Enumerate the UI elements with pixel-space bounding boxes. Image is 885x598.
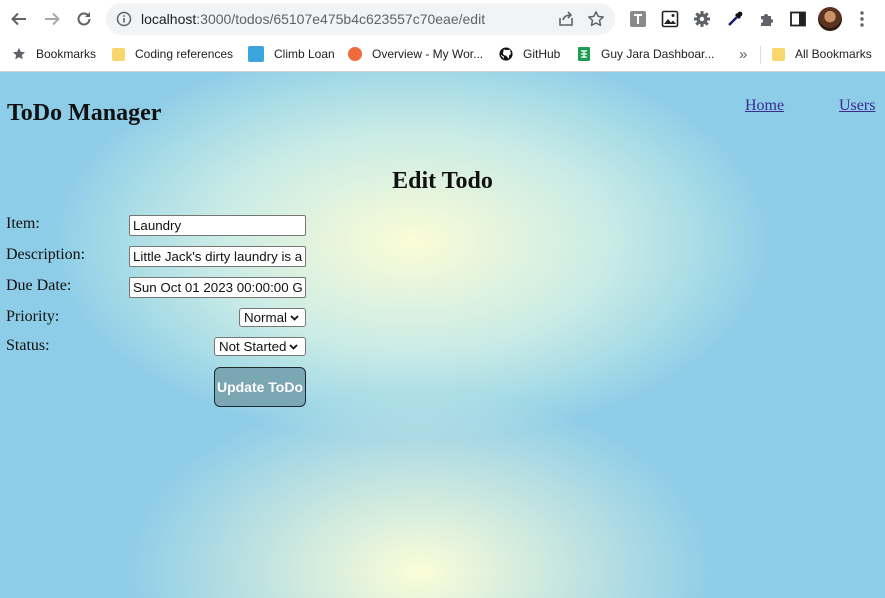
- bookmark-label: Climb Loan: [274, 47, 335, 61]
- due-date-input[interactable]: Sun Oct 01 2023 00:00:00 G: [129, 277, 306, 298]
- bookmark-label: GitHub: [523, 47, 561, 61]
- forward-button[interactable]: [40, 7, 64, 31]
- star-filled-icon: [13, 47, 25, 60]
- bookmark-label: Bookmarks: [36, 47, 97, 61]
- description-label: Description:: [6, 246, 86, 263]
- page-content: ToDo Manager Home Users Edit Todo Item: …: [0, 72, 885, 598]
- eyedropper-icon: [728, 11, 743, 26]
- description-input[interactable]: Little Jack's dirty laundry is a: [129, 246, 306, 267]
- bookmark-overview[interactable]: Overview - My Wor...: [348, 46, 483, 62]
- reload-icon: [77, 12, 91, 26]
- address-bar[interactable]: localhost:3000/todos/65107e475b4c623557c…: [106, 3, 615, 35]
- folder-icon: [772, 47, 785, 61]
- climb-loan-icon: [248, 46, 264, 62]
- bookmark-bookmarks[interactable]: Bookmarks: [12, 46, 96, 62]
- bookmarks-overflow-button[interactable]: »: [739, 45, 748, 63]
- color-picker-extension-button[interactable]: [725, 8, 745, 30]
- text-t-icon: [630, 11, 646, 27]
- profile-avatar[interactable]: [818, 7, 842, 31]
- bookmark-label: Coding references: [135, 47, 234, 61]
- chevron-double-right-icon: »: [739, 45, 748, 63]
- browser-toolbar: localhost:3000/todos/65107e475b4c623557c…: [0, 0, 885, 38]
- github-icon: [499, 47, 513, 61]
- priority-selected-value: Normal: [244, 310, 287, 325]
- side-panel-button[interactable]: [788, 8, 808, 30]
- url-host: localhost: [141, 11, 197, 27]
- status-selected-value: Not Started: [219, 339, 287, 354]
- nav-home-link[interactable]: Home: [745, 97, 784, 115]
- bookmarks-divider: [760, 46, 761, 64]
- info-icon[interactable]: [116, 11, 132, 27]
- bookmark-coding-references[interactable]: Coding references: [112, 46, 233, 62]
- bookmarks-bar: Bookmarks Coding references Climb Loan O…: [0, 38, 885, 70]
- item-label: Item:: [6, 215, 40, 232]
- share-icon[interactable]: [557, 10, 575, 28]
- chevron-down-icon: [290, 314, 299, 321]
- url-text[interactable]: localhost:3000/todos/65107e475b4c623557c…: [141, 11, 485, 27]
- bookmark-label: All Bookmarks: [795, 47, 872, 61]
- gear-icon: [694, 11, 710, 27]
- text-extension-button[interactable]: [628, 8, 648, 30]
- status-label: Status:: [6, 337, 50, 354]
- item-input[interactable]: Laundry: [129, 215, 306, 236]
- page-heading: Edit Todo: [392, 168, 493, 194]
- folder-icon: [112, 47, 125, 61]
- priority-select[interactable]: Normal: [239, 308, 306, 327]
- side-panel-icon: [790, 11, 806, 27]
- extensions-button[interactable]: [757, 8, 777, 30]
- update-todo-button[interactable]: Update ToDo: [214, 367, 306, 407]
- due-date-label: Due Date:: [6, 277, 72, 294]
- arrow-right-icon: [45, 12, 60, 26]
- sheets-icon: [578, 47, 590, 61]
- bookmark-climb-loan[interactable]: Climb Loan: [248, 46, 335, 62]
- status-select[interactable]: Not Started: [214, 337, 306, 356]
- reload-button[interactable]: [72, 7, 96, 31]
- bookmark-star-icon[interactable]: [587, 10, 605, 28]
- image-icon: [661, 10, 679, 28]
- url-path: :3000/todos/65107e475b4c623557c70eae/edi…: [196, 11, 486, 27]
- gear-extension-button[interactable]: [692, 8, 712, 30]
- browser-menu-button[interactable]: [854, 8, 870, 30]
- more-vertical-icon: [860, 11, 864, 27]
- overview-site-icon: [348, 47, 362, 61]
- bookmark-guy-jara-dashboard[interactable]: Guy Jara Dashboar...: [577, 46, 714, 62]
- image-extension-button[interactable]: [660, 8, 680, 30]
- nav-users-link[interactable]: Users: [839, 97, 875, 115]
- browser-chrome: localhost:3000/todos/65107e475b4c623557c…: [0, 0, 885, 72]
- priority-label: Priority:: [6, 308, 60, 325]
- arrow-left-icon: [11, 12, 26, 26]
- bookmark-all-bookmarks[interactable]: All Bookmarks: [772, 46, 872, 62]
- bookmark-label: Overview - My Wor...: [372, 47, 484, 61]
- bookmark-label: Guy Jara Dashboar...: [601, 47, 715, 61]
- back-button[interactable]: [7, 7, 31, 31]
- bookmark-github[interactable]: GitHub: [499, 46, 560, 62]
- app-title: ToDo Manager: [7, 100, 162, 126]
- puzzle-icon: [761, 14, 773, 26]
- chevron-down-icon: [289, 343, 299, 350]
